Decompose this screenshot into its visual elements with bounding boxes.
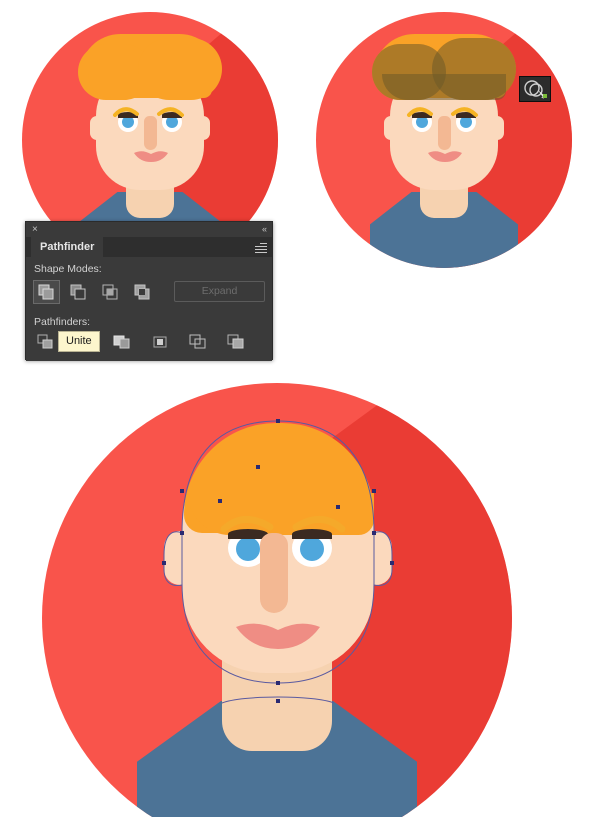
minus-front-icon xyxy=(70,284,86,300)
avatar-nose xyxy=(438,116,451,150)
avatar-circle-background xyxy=(42,383,512,817)
hair-selection-overlay-fringe xyxy=(382,74,506,100)
outline-icon xyxy=(189,334,206,349)
exclude-icon xyxy=(134,284,150,300)
pathfinder-minus-back-button[interactable] xyxy=(223,331,249,353)
avatar-eyebrows xyxy=(220,516,346,533)
path-anchor-point[interactable] xyxy=(218,499,222,503)
path-anchor-point[interactable] xyxy=(180,531,184,535)
close-icon[interactable]: × xyxy=(32,223,38,236)
crop-icon xyxy=(153,336,167,348)
pathfinders-label: Pathfinders: xyxy=(34,316,91,328)
avatar-mouth xyxy=(236,623,320,649)
path-anchor-point[interactable] xyxy=(276,419,280,423)
unite-pathfinder-cursor xyxy=(519,76,551,102)
path-anchor-point[interactable] xyxy=(390,561,394,565)
path-anchor-point[interactable] xyxy=(276,681,280,685)
divide-icon xyxy=(37,334,53,349)
panel-tab-row: Pathfinder xyxy=(26,237,272,257)
avatar-mouth xyxy=(428,151,462,162)
merge-icon xyxy=(113,335,130,349)
avatar-nose xyxy=(260,533,288,613)
pathfinder-crop-button[interactable] xyxy=(147,331,173,353)
collapse-panel-icon[interactable]: « xyxy=(262,223,267,236)
expand-button[interactable]: Expand xyxy=(174,281,265,302)
unite-tooltip: Unite xyxy=(58,331,100,352)
shape-mode-exclude-button[interactable] xyxy=(129,280,156,304)
path-anchor-point[interactable] xyxy=(162,561,166,565)
avatar-nose xyxy=(144,116,157,150)
shape-mode-minus-front-button[interactable] xyxy=(65,280,92,304)
panel-body: Shape Modes: Expand Pathfinders: Unite xyxy=(26,257,272,361)
avatar-large[interactable] xyxy=(42,383,512,817)
path-anchor-point[interactable] xyxy=(256,465,260,469)
avatar-eye-right xyxy=(292,529,332,567)
path-anchor-point[interactable] xyxy=(276,699,280,703)
path-anchor-point[interactable] xyxy=(372,489,376,493)
path-anchor-point[interactable] xyxy=(336,505,340,509)
panel-menu-icon[interactable] xyxy=(251,241,267,253)
minus-back-icon xyxy=(227,334,244,349)
shape-modes-label: Shape Modes: xyxy=(34,263,102,275)
unite-icon xyxy=(38,284,54,300)
tab-pathfinder[interactable]: Pathfinder xyxy=(31,237,104,257)
shape-mode-unite-button[interactable] xyxy=(33,280,60,304)
avatar-hair-fringe xyxy=(88,74,212,98)
path-anchor-point[interactable] xyxy=(180,489,184,493)
pathfinder-merge-button[interactable] xyxy=(109,331,135,353)
pathfinder-divide-button[interactable] xyxy=(33,331,59,353)
unite-cursor-icon xyxy=(524,80,547,99)
pathfinder-panel[interactable]: × « Pathfinder Shape Modes: Expand Pathf… xyxy=(25,221,273,361)
avatar-circle-background xyxy=(316,12,572,268)
avatar-mouth xyxy=(134,151,168,162)
avatar-top-right[interactable] xyxy=(316,12,572,268)
shape-mode-intersect-button[interactable] xyxy=(97,280,124,304)
shape-modes-row xyxy=(33,280,156,304)
screenshot-stage: × « Pathfinder Shape Modes: Expand Pathf… xyxy=(0,0,600,817)
intersect-icon xyxy=(102,284,118,300)
pathfinder-outline-button[interactable] xyxy=(185,331,211,353)
path-anchor-point[interactable] xyxy=(372,531,376,535)
panel-titlebar[interactable]: × « xyxy=(26,222,272,237)
